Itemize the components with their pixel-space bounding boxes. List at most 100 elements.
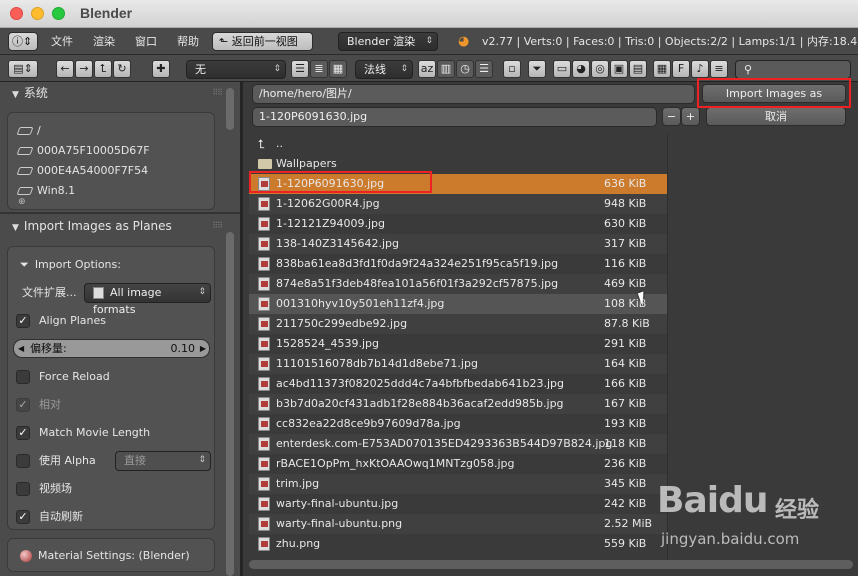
new-folder-icon[interactable]: ✚ [152,60,170,78]
match-movie-length-checkbox[interactable]: ✓ Match Movie Length [16,423,150,443]
menu-help[interactable]: 帮助 [177,32,199,51]
file-row[interactable]: 11101516078db7b14d1d8ebe71.jpg 164 KiB [249,354,667,374]
file-name: 838ba61ea8d3fd1f0da9f24a324e251f95ca5f19… [276,257,559,270]
checkmark-icon: ✓ [16,426,30,440]
sort-size-icon[interactable]: ☰ [475,60,493,78]
file-size: 345 KiB [604,477,647,490]
filter-font-icon[interactable]: F [672,60,690,78]
forward-arrow-icon[interactable]: → [75,60,93,78]
offset-slider[interactable]: ◀ 偏移量: 0.10 ▶ [13,339,210,358]
filter-text-icon[interactable]: ≡ [710,60,728,78]
file-row[interactable]: 211750c299edbe92.jpg 87.8 KiB [249,314,667,334]
directory-path-field[interactable]: /home/hero/图片/ [252,84,695,104]
refresh-icon[interactable]: ↻ [113,60,131,78]
system-item[interactable]: / [16,122,41,140]
menu-window[interactable]: 窗口 [135,32,157,51]
system-item[interactable]: 000E4A54000F7F54 [16,162,148,180]
align-planes-checkbox[interactable]: ✓ Align Planes [16,311,106,331]
image-file-icon [258,477,270,491]
menu-file[interactable]: 文件 [51,32,73,51]
file-row[interactable]: 1528524_4539.jpg 291 KiB [249,334,667,354]
system-scrollbar[interactable] [226,88,234,130]
menu-render[interactable]: 渲染 [93,32,115,51]
filename-field[interactable]: 1-120P6091630.jpg [252,107,657,127]
image-file-icon [258,397,270,411]
file-row[interactable]: ac4bd11373f082025ddd4c7a4bfbfbedab641b23… [249,374,667,394]
system-item[interactable]: Win8.1 [16,182,75,200]
thumbnails-icon[interactable]: ▦ [329,60,347,78]
close-window-button[interactable] [10,7,23,20]
file-size: 291 KiB [604,337,647,350]
filebrowser-header: ▤⇕ ← → ⮤ ↻ ✚ 无 ⇕ ☰ ≣ ▦ 法线 ⇕ az ▥ ◷ ☰ ▫ ⏷ ▭… [0,55,858,82]
editor-type-button[interactable]: ⓘ⇕ [8,32,38,51]
material-settings-label[interactable]: Material Settings: (Blender) [20,546,190,566]
auto-refresh-checkbox[interactable]: ✓ 自动刷新 [16,507,83,527]
drag-grip-icon[interactable]: ⠿⠿ [212,215,223,237]
file-row[interactable]: 874e8a51f3deb48fea101a56f01f3a292cf57875… [249,274,667,294]
sort-ext-icon[interactable]: ▥ [437,60,455,78]
file-row[interactable]: warty-final-ubuntu.png 2.52 MiB [249,514,667,534]
search-field[interactable]: ⚲ [735,60,851,79]
filter-movie-icon[interactable]: ▤ [629,60,647,78]
filter-image-icon[interactable]: ▣ [610,60,628,78]
hide-dot-icon[interactable]: ▫ [503,60,521,78]
cancel-button[interactable]: 取消 [706,107,846,126]
minimize-window-button[interactable] [31,7,44,20]
file-row[interactable]: trim.jpg 345 KiB [249,474,667,494]
back-to-previous-button[interactable]: ⬑ 返回前一视图 [212,32,313,51]
file-list: ⮤.. Wallpapers 1-120P6091630.jpg 636 KiB 1… [249,134,667,564]
file-row[interactable]: 838ba61ea8d3fd1f0da9f24a324e251f95ca5f19… [249,254,667,274]
file-row[interactable]: 001310hyv10y501eh11zf4.jpg 108 KiB [249,294,667,314]
short-list-icon[interactable]: ☰ [291,60,309,78]
file-ext-dropdown[interactable]: All image formats ⇕ [84,283,211,316]
file-row[interactable]: 1-120P6091630.jpg 636 KiB [249,174,667,194]
back-arrow-icon[interactable]: ← [56,60,74,78]
align-planes-label: Align Planes [39,314,106,327]
slider-left-arrow-icon: ◀ [18,344,25,353]
import-options-text: Import Options: [34,258,121,271]
filter-blend-icon[interactable]: ◕ [572,60,590,78]
parent-dir-icon[interactable]: ⮤ [94,60,112,78]
sort-alpha-icon[interactable]: az [418,60,436,78]
video-fields-checkbox[interactable]: 视频场 [16,479,72,499]
file-name: warty-final-ubuntu.jpg [276,497,399,510]
expand-plus-icon[interactable]: ⊕ [18,197,26,207]
dropdown-arrows-icon: ⇕ [400,64,408,74]
display-dropdown[interactable]: 法线 ⇕ [355,60,413,79]
filter-script-icon[interactable]: ▦ [653,60,671,78]
file-row[interactable]: 1-12121Z94009.jpg 630 KiB [249,214,667,234]
use-alpha-checkbox[interactable]: 使用 Alpha [16,451,96,471]
import-panel-header[interactable]: ▼ Import Images as Planes ⠿⠿ [0,215,228,237]
file-row[interactable]: enterdesk.com-E753AD070135ED4293363B544D… [249,434,667,454]
drag-grip-icon[interactable]: ⠿⠿ [212,82,223,104]
image-file-icon [93,287,104,299]
file-row[interactable]: zhu.png 559 KiB [249,534,667,554]
file-row[interactable]: warty-final-ubuntu.jpg 242 KiB [249,494,667,514]
increment-filename-button[interactable]: + [681,107,700,126]
file-row[interactable]: b3b7d0a20cf431adb1f28e884b36acaf2edd985b… [249,394,667,414]
parent-dir-row[interactable]: ⮤.. [249,134,667,154]
long-list-icon[interactable]: ≣ [310,60,328,78]
folder-row[interactable]: Wallpapers [249,154,667,174]
system-item[interactable]: 000A75F10005D67F [16,142,150,160]
file-row[interactable]: 138-140Z3145642.jpg 317 KiB [249,234,667,254]
render-engine-dropdown[interactable]: Blender 渲染 ⇕ [338,32,438,51]
zoom-window-button[interactable] [52,7,65,20]
file-size: 559 KiB [604,537,647,550]
system-panel-header[interactable]: ▼ 系统 ⠿⠿ [0,82,228,104]
import-images-button[interactable]: Import Images as Planes [702,84,846,117]
editor-type-icon[interactable]: ▤⇕ [8,60,38,78]
filter-sound-icon[interactable]: ♪ [691,60,709,78]
file-row[interactable]: cc832ea22d8ce9b97609d78a.jpg 193 KiB [249,414,667,434]
file-row[interactable]: rBACE1OpPm_hxKtOAAOwq1MNTzg058.jpg 236 Ki… [249,454,667,474]
import-scrollbar[interactable] [226,232,234,576]
decrement-filename-button[interactable]: − [662,107,681,126]
file-row[interactable]: 1-12062G00R4.jpg 948 KiB [249,194,667,214]
sort-time-icon[interactable]: ◷ [456,60,474,78]
filter-backup-icon[interactable]: ◎ [591,60,609,78]
force-reload-checkbox[interactable]: Force Reload [16,367,110,387]
filter-icon[interactable]: ⏷ [528,60,546,78]
filter-folder-icon[interactable]: ▭ [553,60,571,78]
image-file-icon [258,357,270,371]
recent-dropdown[interactable]: 无 ⇕ [186,60,286,79]
